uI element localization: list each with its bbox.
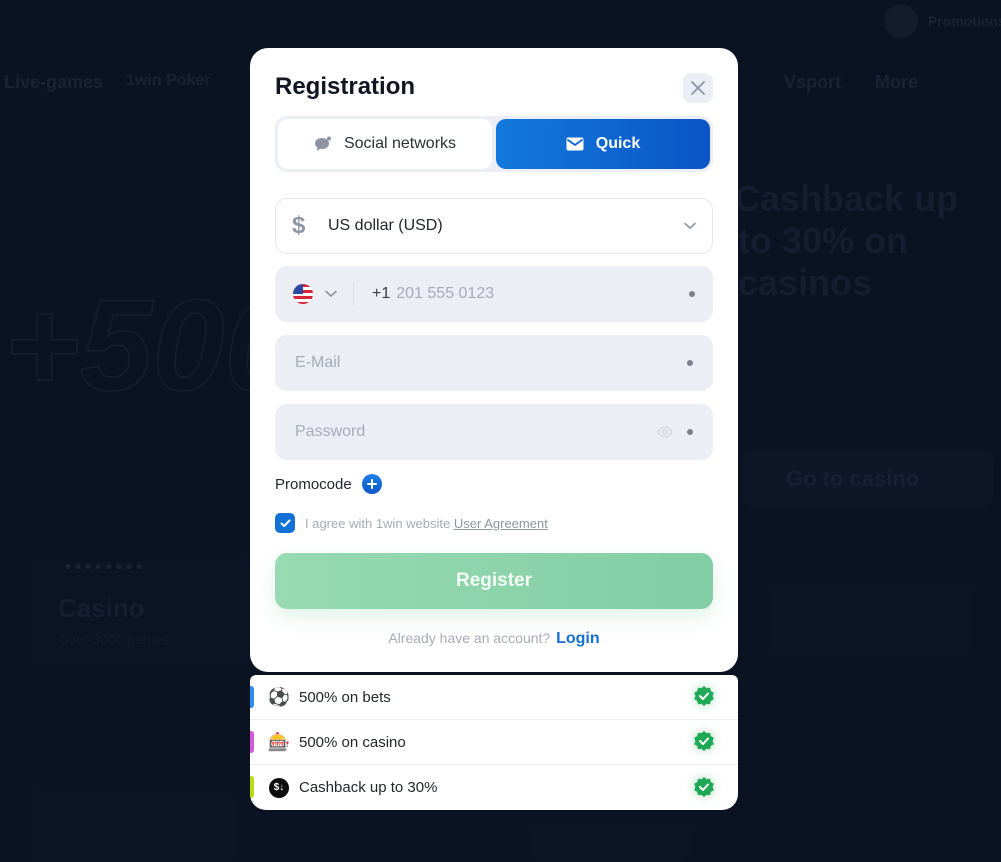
tab-social-networks[interactable]: Social networks (278, 119, 492, 169)
bg-game-card (530, 820, 690, 862)
login-link[interactable]: Login (556, 630, 600, 647)
promocode-row: Promocode (275, 474, 382, 494)
us-flag-icon[interactable] (293, 284, 313, 304)
checkmark-icon (280, 519, 290, 527)
bg-game-card (28, 790, 238, 862)
bonus-label: Cashback up to 30% (299, 779, 438, 796)
verified-check-icon (694, 731, 714, 751)
bg-promotions: Promotions (884, 4, 1001, 38)
chevron-down-icon (684, 222, 696, 230)
bonus-item: ⚽ 500% on bets (250, 675, 738, 720)
email-input[interactable]: E-Mail (295, 354, 679, 372)
tab-quick[interactable]: Quick (496, 119, 710, 169)
registration-tabs: Social networks Quick (275, 116, 713, 172)
required-dot-icon (687, 429, 693, 435)
phone-input[interactable]: 201 555 0123 (396, 285, 681, 303)
chat-bubble-icon (314, 136, 331, 151)
bg-nav-item-poker: 1win Poker (126, 72, 211, 89)
email-field[interactable]: E-Mail (275, 335, 713, 391)
tab-social-label: Social networks (343, 135, 457, 152)
login-prompt-row: Already have an account? Login (250, 630, 738, 648)
user-agreement-link[interactable]: User Agreement (454, 516, 548, 531)
bg-casino-subtitle: Over 3000 games (58, 631, 170, 647)
bonus-accent-bar (250, 776, 254, 798)
phone-divider (353, 283, 354, 305)
country-chevron-down-icon[interactable] (325, 290, 337, 298)
agreement-row: I agree with 1win website User Agreement (275, 513, 548, 533)
verified-check-icon (694, 776, 714, 797)
promotions-icon (884, 4, 918, 38)
bonus-accent-bar (250, 731, 254, 753)
promocode-label: Promocode (275, 475, 352, 493)
login-prompt-text: Already have an account? (388, 630, 551, 646)
tab-quick-label: Quick (595, 135, 641, 152)
agreement-checkbox[interactable] (275, 513, 295, 533)
slot-machine-icon: 🎰 (267, 731, 291, 752)
registration-modal: Registration Social networks Quick $ US … (250, 48, 738, 672)
envelope-icon (566, 137, 584, 151)
bg-nav-item-vsport: Vsport (784, 72, 842, 92)
password-field[interactable]: Password (275, 404, 713, 460)
close-icon (691, 81, 705, 95)
register-button[interactable]: Register (275, 553, 713, 609)
required-dot-icon (687, 360, 693, 366)
bonus-label: 500% on bets (299, 688, 391, 706)
bg-casino-title: Casino (58, 593, 145, 623)
required-dot-icon (689, 291, 695, 297)
bg-nav-item-live-games: Live-games (4, 72, 104, 92)
eye-icon[interactable] (657, 426, 673, 438)
verified-check-icon (694, 686, 714, 706)
bg-promotions-label: Promotions (928, 13, 1001, 29)
bg-dots: ●●●●●●●● (64, 559, 146, 573)
bg-go-to-casino: Go to casino (742, 450, 994, 508)
bg-game-card (770, 580, 970, 660)
phone-field[interactable]: +1 201 555 0123 (275, 266, 713, 322)
bg-hero-text: Cashback up to 30% on casinos (738, 178, 959, 303)
currency-select[interactable]: $ US dollar (USD) (275, 198, 713, 254)
bonus-label: 500% on casino (299, 733, 406, 751)
phone-country-code: +1 (372, 285, 391, 302)
dollar-icon: $ (292, 212, 306, 239)
bonus-accent-bar (250, 686, 254, 708)
add-promocode-button[interactable] (361, 474, 382, 494)
bonus-list: ⚽ 500% on bets 🎰 500% on casino $↓ Cashb… (250, 675, 738, 810)
agreement-text: I agree with 1win website (305, 515, 451, 531)
cashback-icon-wrap: $↓ (268, 777, 290, 799)
cashback-icon: $↓ (269, 777, 289, 798)
password-input[interactable]: Password (295, 423, 657, 441)
close-button[interactable] (683, 73, 713, 103)
soccer-ball-icon: ⚽ (267, 686, 291, 707)
plus-icon (366, 479, 377, 489)
bg-casino-card: ●●●●●●●● Casino Over 3000 games (28, 555, 250, 665)
bonus-item: 🎰 500% on casino (250, 720, 738, 765)
modal-title: Registration (275, 73, 416, 100)
bonus-item: $↓ Cashback up to 30% (250, 765, 738, 810)
currency-value: US dollar (USD) (328, 217, 443, 234)
bg-nav-item-more: More (875, 72, 919, 92)
